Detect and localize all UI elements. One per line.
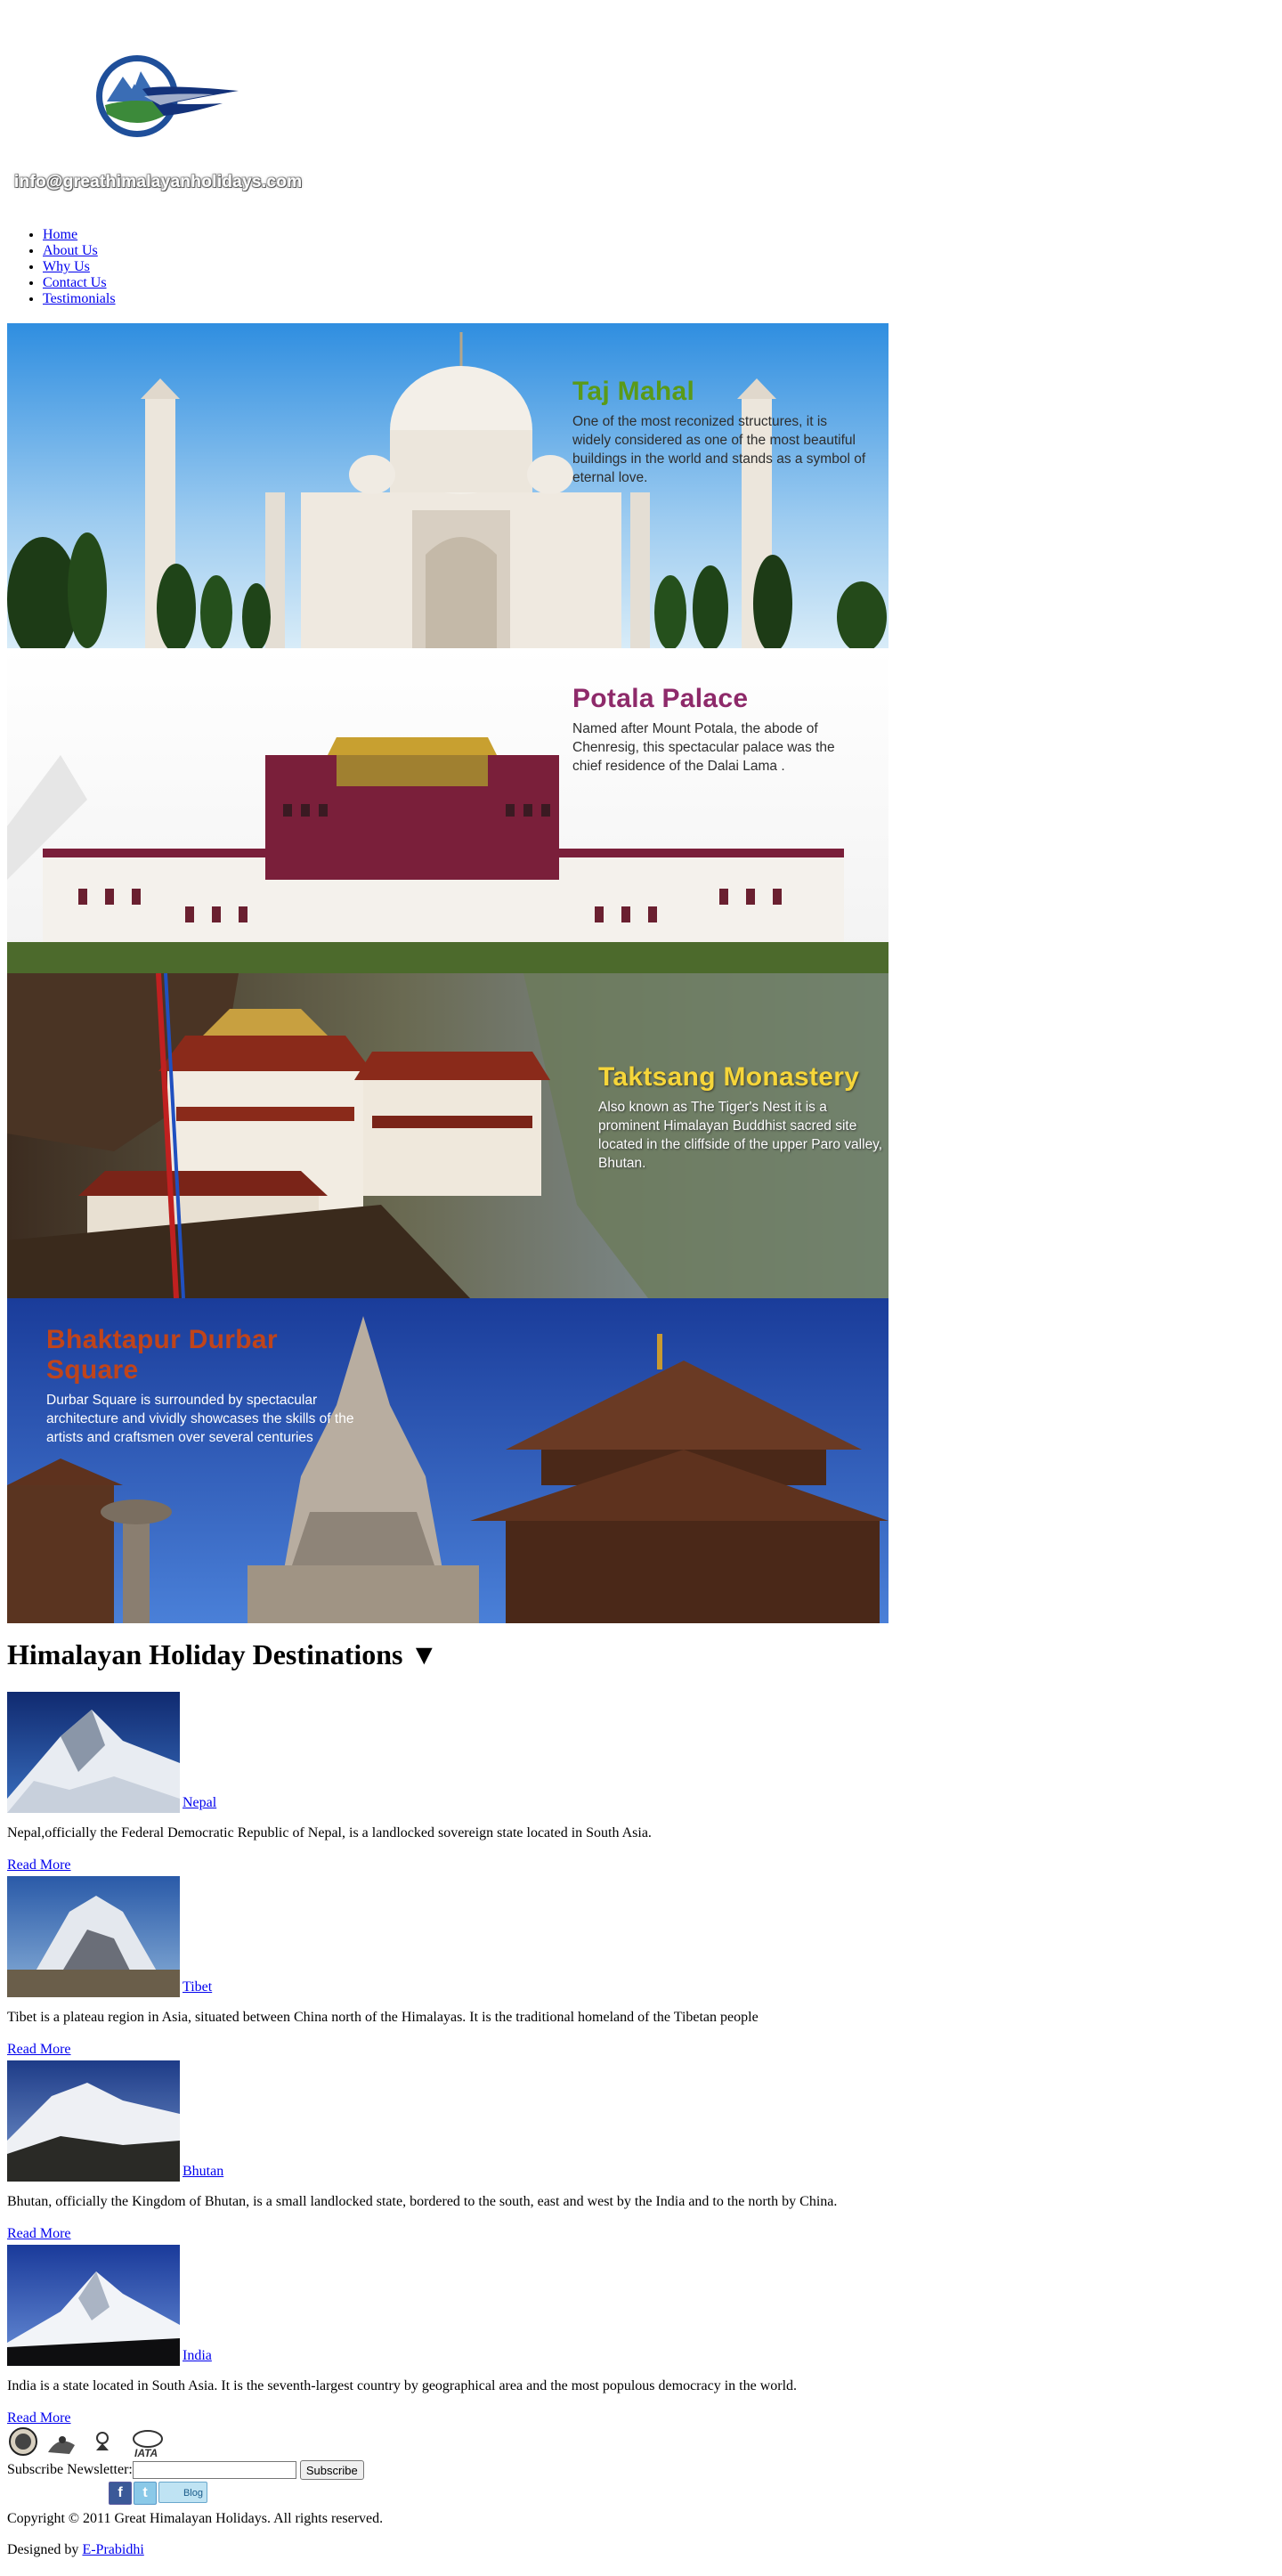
slide-title: Potala Palace bbox=[572, 684, 749, 713]
association-seal-icon bbox=[9, 2427, 37, 2456]
nav-item-testimonials: Testimonials bbox=[43, 291, 116, 307]
destination-link-nepal[interactable]: Nepal bbox=[183, 1795, 216, 1811]
twitter-glyph: t bbox=[142, 2485, 148, 2500]
iata-logo-icon: IATA bbox=[133, 2430, 163, 2459]
nav-link-about-us[interactable]: About Us bbox=[43, 243, 98, 258]
destination-item-bhutan: Bhutan Bhutan, officially the Kingdom of… bbox=[7, 2060, 897, 2241]
designed-by-text: Designed by E-Prabidhi bbox=[7, 2542, 144, 2558]
newsletter-email-input[interactable] bbox=[132, 2461, 296, 2479]
copyright-text: Copyright © 2011 Great Himalayan Holiday… bbox=[7, 2511, 384, 2526]
nav-link-home[interactable]: Home bbox=[43, 227, 77, 242]
newsletter-form: Subscribe Newsletter: Subscribe bbox=[7, 2460, 364, 2482]
read-more-link[interactable]: Read More bbox=[7, 1857, 71, 1873]
destination-link-tibet[interactable]: Tibet bbox=[183, 1979, 212, 1995]
tibet-thumbnail[interactable] bbox=[7, 1876, 180, 1997]
site-header: info@greathimalayanholidays.com bbox=[0, 0, 303, 205]
company-logo[interactable] bbox=[89, 50, 240, 144]
designer-link[interactable]: E-Prabidhi bbox=[82, 2542, 143, 2557]
slide-description: Named after Mount Potala, the abode of C… bbox=[572, 721, 835, 774]
nav-link-contact-us[interactable]: Contact Us bbox=[43, 275, 107, 290]
twitter-icon[interactable]: t bbox=[134, 2482, 157, 2505]
india-thumbnail[interactable] bbox=[7, 2245, 180, 2366]
nav-item-home: Home bbox=[43, 227, 116, 243]
nav-item-why: Why Us bbox=[43, 259, 116, 275]
slide-taj-mahal: Taj Mahal One of the most reconized stru… bbox=[7, 323, 888, 648]
destination-item-tibet: Tibet Tibet is a plateau region in Asia,… bbox=[7, 1876, 897, 2057]
slide-bhaktapur-durbar-square: Bhaktapur Durbar Square Durbar Square is… bbox=[7, 1298, 888, 1623]
slide-description: Also known as The Tiger's Nest it is a p… bbox=[598, 1100, 883, 1171]
slide-title: Taktsang Monastery bbox=[598, 1062, 860, 1092]
destination-link-bhutan[interactable]: Bhutan bbox=[183, 2164, 223, 2180]
destination-item-india: India India is a state located in South … bbox=[7, 2245, 897, 2426]
slide-description: Durbar Square is surrounded by spectacul… bbox=[46, 1393, 354, 1445]
nepal-thumbnail[interactable] bbox=[7, 1692, 180, 1813]
designed-by-prefix: Designed by bbox=[7, 2542, 83, 2557]
facebook-icon[interactable]: f bbox=[109, 2482, 132, 2505]
destination-description: Nepal,officially the Federal Democratic … bbox=[7, 1825, 652, 1841]
subscribe-button[interactable]: Subscribe bbox=[299, 2460, 364, 2480]
nav-item-about: About Us bbox=[43, 243, 116, 259]
nav-link-testimonials[interactable]: Testimonials bbox=[43, 291, 116, 306]
destination-item-nepal: Nepal Nepal,officially the Federal Democ… bbox=[7, 1692, 897, 1873]
destination-description: India is a state located in South Asia. … bbox=[7, 2378, 798, 2393]
slide-caption: Taj Mahal One of the most reconized stru… bbox=[572, 377, 866, 487]
read-more-link[interactable]: Read More bbox=[7, 2226, 71, 2242]
traveler-logo-icon bbox=[48, 2436, 75, 2454]
read-more-link[interactable]: Read More bbox=[7, 2042, 71, 2058]
slide-description: One of the most reconized structures, it… bbox=[572, 414, 866, 485]
slide-potala-palace: Potala Palace Named after Mount Potala, … bbox=[7, 648, 888, 973]
slide-caption: Potala Palace Named after Mount Potala, … bbox=[572, 684, 866, 776]
slide-taktsang-monastery: Taktsang Monastery Also known as The Tig… bbox=[7, 973, 888, 1298]
destination-description: Bhutan, officially the Kingdom of Bhutan… bbox=[7, 2194, 838, 2209]
email-image-text: info@greathimalayanholidays.com bbox=[14, 173, 303, 191]
destinations-heading[interactable]: Himalayan Holiday Destinations ▼ bbox=[7, 1638, 438, 1671]
nav-item-contact: Contact Us bbox=[43, 275, 116, 291]
read-more-link[interactable]: Read More bbox=[7, 2410, 71, 2426]
destination-link-india[interactable]: India bbox=[183, 2348, 212, 2364]
nav-link-why-us[interactable]: Why Us bbox=[43, 259, 90, 274]
bhutan-thumbnail[interactable] bbox=[7, 2060, 180, 2182]
blog-button[interactable]: Blog bbox=[158, 2482, 207, 2503]
main-nav: Home About Us Why Us Contact Us Testimon… bbox=[0, 227, 116, 307]
newsletter-label: Subscribe Newsletter: bbox=[7, 2462, 133, 2477]
trekking-logo-icon bbox=[96, 2432, 109, 2450]
iata-logo-text: IATA bbox=[134, 2447, 158, 2459]
slide-caption: Bhaktapur Durbar Square Durbar Square is… bbox=[46, 1325, 367, 1447]
slide-title: Taj Mahal bbox=[572, 377, 695, 406]
destination-description: Tibet is a plateau region in Asia, situa… bbox=[7, 2010, 759, 2025]
facebook-glyph: f bbox=[118, 2485, 123, 2500]
slide-caption: Taktsang Monastery Also known as The Tig… bbox=[598, 1062, 883, 1173]
slide-title: Bhaktapur Durbar Square bbox=[46, 1325, 278, 1385]
affiliation-logos: IATA bbox=[9, 2427, 163, 2459]
